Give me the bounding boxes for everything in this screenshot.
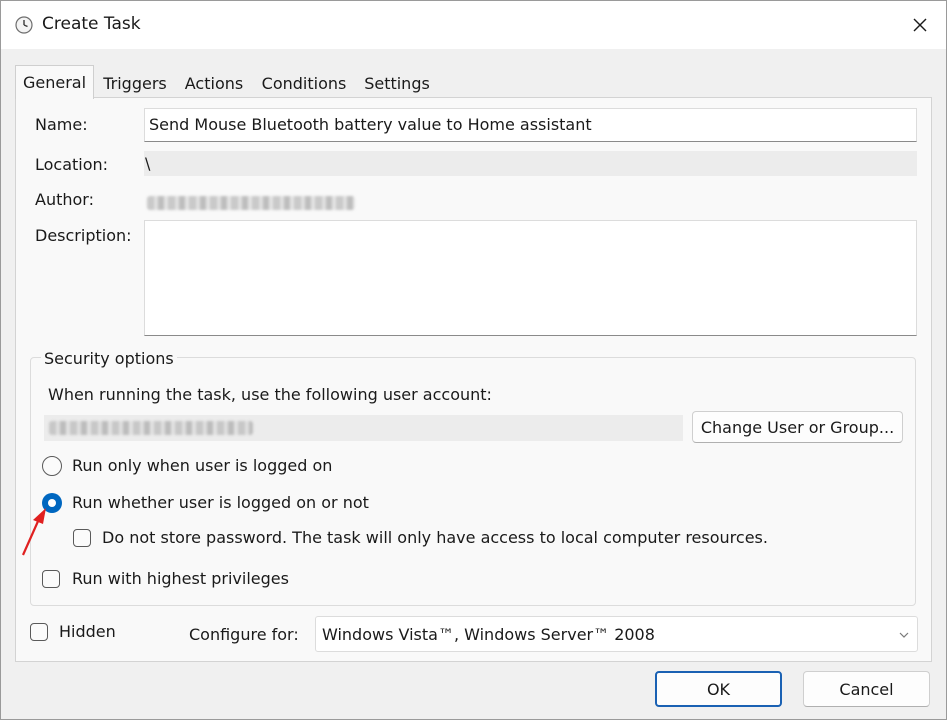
hidden-checkbox[interactable]: [30, 623, 48, 641]
run-highest-privileges-label: Run with highest privileges: [72, 569, 289, 588]
location-value: \: [145, 154, 151, 173]
annotation-arrow-icon: [21, 508, 46, 556]
clock-icon: [15, 16, 33, 34]
title-bar[interactable]: Create Task: [1, 1, 946, 49]
tab-actions[interactable]: Actions: [176, 69, 252, 97]
author-label: Author:: [35, 190, 94, 209]
configure-for-dropdown[interactable]: Windows Vista™, Windows Server™ 2008: [315, 616, 918, 652]
configure-for-value: Windows Vista™, Windows Server™ 2008: [322, 625, 655, 644]
do-not-store-password-label: Do not store password. The task will onl…: [102, 528, 768, 547]
security-options-label: Security options: [41, 349, 177, 368]
hidden-label: Hidden: [59, 622, 116, 641]
run-highest-privileges-checkbox[interactable]: [42, 570, 60, 588]
tab-triggers[interactable]: Triggers: [95, 69, 175, 97]
radio-run-only-logged-on[interactable]: [42, 456, 62, 476]
user-account-redacted: [49, 421, 253, 435]
window-title: Create Task: [42, 14, 141, 34]
description-textarea[interactable]: [144, 220, 917, 336]
radio-run-whether-logged-on-label: Run whether user is logged on or not: [72, 493, 369, 512]
close-button[interactable]: [894, 1, 946, 49]
location-label: Location:: [35, 155, 109, 174]
create-task-dialog: Create Task General Triggers Actions Con…: [0, 0, 947, 720]
ok-button[interactable]: OK: [655, 671, 782, 707]
tab-general[interactable]: General: [15, 65, 94, 99]
description-label: Description:: [35, 226, 132, 245]
chevron-down-icon: [899, 632, 909, 638]
radio-run-only-logged-on-label: Run only when user is logged on: [72, 456, 333, 475]
close-icon: [913, 18, 927, 32]
tab-conditions[interactable]: Conditions: [254, 69, 354, 97]
name-value: Send Mouse Bluetooth battery value to Ho…: [149, 115, 592, 134]
location-field: [144, 151, 917, 176]
author-value-redacted: [147, 196, 355, 210]
do-not-store-password-checkbox[interactable]: [73, 529, 91, 547]
configure-for-label: Configure for:: [189, 625, 299, 644]
tab-settings[interactable]: Settings: [357, 69, 437, 97]
name-label: Name:: [35, 115, 88, 134]
name-input[interactable]: Send Mouse Bluetooth battery value to Ho…: [144, 108, 917, 142]
cancel-button[interactable]: Cancel: [803, 671, 930, 707]
general-panel: Name: Send Mouse Bluetooth battery value…: [15, 97, 932, 662]
user-account-prompt: When running the task, use the following…: [48, 385, 492, 404]
change-user-or-group-button[interactable]: Change User or Group...: [692, 411, 903, 443]
